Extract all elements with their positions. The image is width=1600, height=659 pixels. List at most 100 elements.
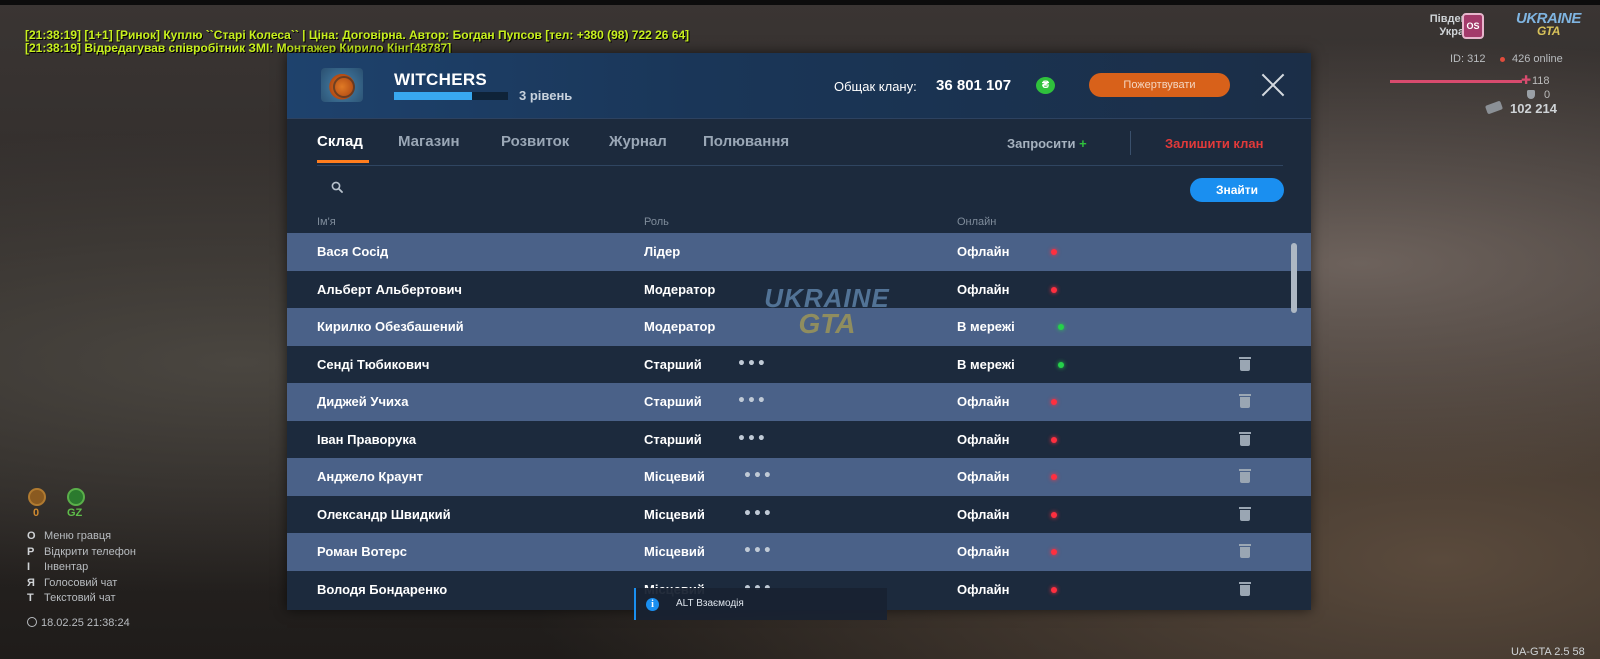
trash-icon[interactable] [1239,356,1251,371]
member-name: Анджело Краунт [317,469,423,484]
search-input[interactable] [351,175,1151,199]
member-name: Володя Бондаренко [317,581,448,597]
trash-icon[interactable] [1239,469,1251,483]
key-action: Меню гравця [44,530,112,542]
column-header-online: Онлайн [957,216,997,228]
keybind-hint: I Інвентар [27,560,136,576]
region-emblem-icon: OS [1462,13,1484,39]
trash-icon[interactable] [1239,431,1251,446]
invite-button[interactable]: Запросити + [1007,136,1087,151]
member-status: Офлайн [957,469,1010,484]
member-status: В мережі [957,319,1015,334]
offline-status-dot-icon [1051,511,1057,518]
more-options-icon[interactable]: ••• [743,506,773,522]
keybind-hint: Я Голосовий чат [27,576,136,592]
version-extra: 58 [1572,646,1585,658]
more-options-icon[interactable]: ••• [737,356,767,372]
more-options-icon[interactable]: ••• [743,468,773,484]
trash-icon[interactable] [1239,581,1251,596]
table-row[interactable]: Анджело Краунт Місцевий ••• Офлайн [287,458,1311,496]
more-options-icon[interactable]: ••• [737,393,767,409]
offline-status-dot-icon [1051,586,1057,593]
version-text: UA-GTA 2.5 [1511,646,1570,658]
trash-icon[interactable] [1239,394,1251,408]
keybind-hint: O Меню гравця [27,529,136,545]
column-header-name: Ім'я [317,216,336,228]
key-label: I [27,561,31,573]
keybind-hints: O Меню гравця P Відкрити телефон I Інвентар… [27,529,136,607]
bank-value: 36 801 107 [936,77,1012,94]
health-plus-icon: ✚ [1521,73,1532,87]
table-row[interactable]: Олександр Швидкий Місцевий ••• Офлайн [287,495,1311,533]
offline-status-dot-icon [1051,249,1057,255]
status-label: GZ [67,507,83,519]
scrollbar-thumb[interactable] [1291,243,1297,313]
actions-divider [1130,131,1131,155]
members-table: Вася Сосід Лідер Офлайн Альберт Альбертович… [287,233,1311,610]
interaction-hint: i ALT Взаємодія [634,588,887,620]
online-dot-icon [1500,57,1505,62]
clan-logo-icon [321,68,363,102]
table-row[interactable]: Кирилко Обезбашений Модератор В мережі [287,308,1311,346]
donate-button[interactable]: Пожертвувати [1089,73,1230,97]
hunger-icon [28,488,46,506]
keybind-hint: P Відкрити телефон [27,545,136,561]
more-options-icon[interactable]: ••• [743,543,773,559]
active-tab-indicator [317,160,369,163]
online-status-dot-icon [1058,361,1064,368]
game-version: UA-GTA 2.5 58 [1511,646,1585,658]
money-value: 102 214 [1510,101,1557,116]
search-button[interactable]: Знайти [1190,178,1284,202]
member-role: Місцевий [644,544,705,559]
table-row[interactable]: Сенді Тюбикович Старший ••• В мережі [287,345,1311,383]
member-name: Альберт Альбертович [317,281,462,297]
close-icon[interactable] [1260,72,1286,98]
tab-storage[interactable]: Склад [317,133,363,150]
member-role: Старший [644,394,702,409]
search-icon [331,181,343,193]
member-name: Диджей Учиха [317,394,409,409]
level-progress-fill [394,92,472,100]
key-action: Текстовий чат [44,592,116,604]
tabs-divider [317,165,1283,166]
clan-level: 3 рівень [519,88,573,103]
key-action: Відкрити телефон [44,545,136,558]
clan-name: WITCHERS [394,70,488,89]
tab-development[interactable]: Розвиток [501,133,569,150]
trash-icon[interactable] [1239,544,1251,558]
member-name: Олександр Швидкий [317,506,451,522]
top-stripe [0,0,1600,5]
info-icon: i [646,598,659,611]
member-status: Офлайн [957,431,1010,447]
key-action: Інвентар [44,561,89,573]
member-name: Іван Праворука [317,431,417,447]
member-status: Офлайн [957,544,1010,559]
hunger-value: 0 [33,507,40,519]
member-role: Лідер [644,244,681,259]
tab-shop[interactable]: Магазин [398,133,460,150]
chat-log: [21:38:19] [1+1] [Ринок] Куплю ``Старі К… [25,29,689,55]
armor-icon [1527,90,1535,99]
table-row[interactable]: Роман Вотерс Місцевий ••• Офлайн [287,533,1311,571]
armor-value: 0 [1544,89,1551,101]
datetime: 18.02.25 21:38:24 [27,617,130,629]
tab-journal[interactable]: Журнал [609,133,667,150]
member-name: Роман Вотерс [317,544,408,559]
offline-status-dot-icon [1051,436,1057,443]
clan-panel: WITCHERS 3 рівень Общак клану: 36 801 10… [287,53,1311,610]
leave-clan-button[interactable]: Залишити клан [1165,136,1263,151]
tab-hunting[interactable]: Полювання [703,133,789,150]
member-role: Старший [644,431,702,447]
online-count: 426 online [1512,53,1563,65]
member-status: Офлайн [957,394,1010,409]
trash-icon[interactable] [1239,506,1251,521]
money-icon [1484,100,1504,115]
table-row[interactable]: Іван Праворука Старший ••• Офлайн [287,420,1311,458]
table-row[interactable]: Вася Сосід Лідер Офлайн [287,233,1311,271]
column-header-role: Роль [644,216,669,228]
plus-icon: + [1079,136,1087,151]
table-row[interactable]: Альберт Альбертович Модератор Офлайн [287,270,1311,308]
more-options-icon[interactable]: ••• [737,431,767,447]
health-bar [1390,80,1522,83]
table-row[interactable]: Диджей Учиха Старший ••• Офлайн [287,383,1311,421]
